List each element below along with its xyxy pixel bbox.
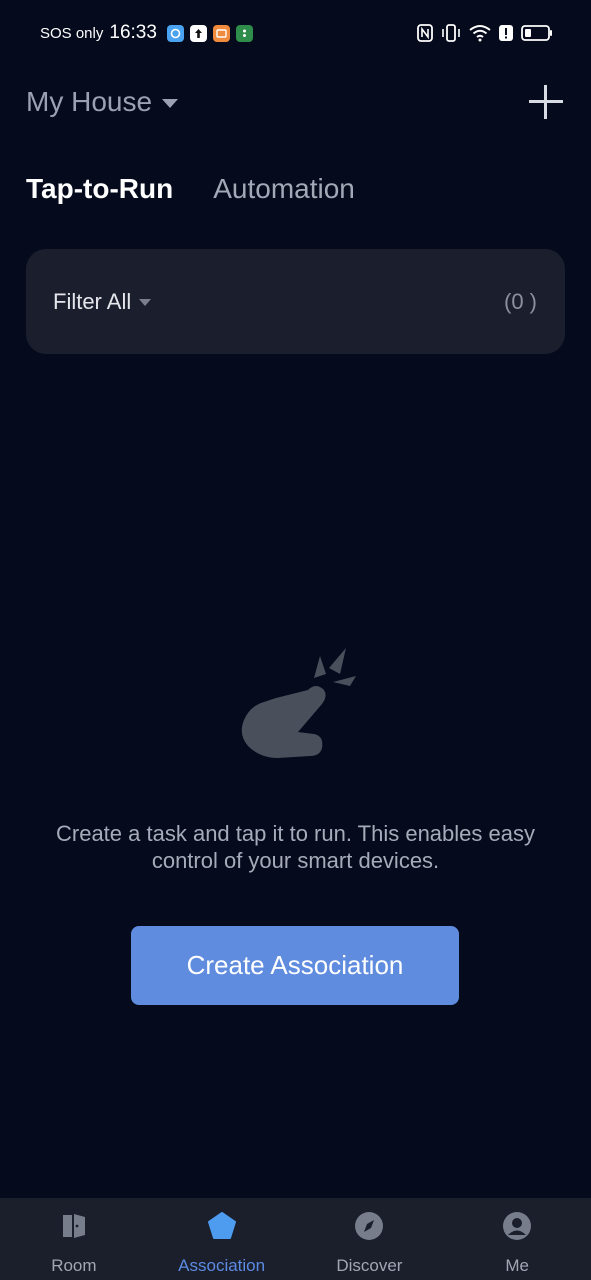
home-name: My House bbox=[26, 86, 153, 117]
add-button[interactable] bbox=[526, 82, 566, 122]
filter-card: Filter All (0 ) bbox=[26, 249, 565, 354]
pentagon-icon bbox=[206, 1210, 238, 1242]
nav-item-room[interactable]: Room bbox=[0, 1198, 148, 1280]
nav-item-association[interactable]: Association bbox=[148, 1198, 296, 1280]
door-icon bbox=[58, 1210, 90, 1242]
carrier-status: SOS only bbox=[40, 24, 104, 42]
wifi-icon bbox=[469, 24, 491, 42]
filter-count: (0 ) bbox=[504, 288, 537, 314]
nav-label-association: Association bbox=[178, 1256, 266, 1275]
nav-item-discover[interactable]: Discover bbox=[296, 1198, 444, 1280]
nav-label-me: Me bbox=[505, 1256, 529, 1275]
scene-tabs: Tap-to-Run Automation bbox=[26, 166, 355, 212]
upload-notification-icon bbox=[189, 24, 207, 42]
nfc-icon bbox=[417, 24, 433, 42]
status-bar: SOS only 16:33 bbox=[0, 0, 591, 66]
chevron-down-icon bbox=[139, 299, 152, 306]
tap-hand-icon bbox=[236, 640, 366, 765]
bottom-nav: Room Association Discover Me bbox=[0, 1198, 591, 1280]
battery-icon bbox=[521, 24, 553, 42]
nav-label-room: Room bbox=[51, 1256, 97, 1275]
status-time: 16:33 bbox=[109, 22, 157, 43]
vibrate-icon bbox=[441, 24, 461, 42]
compass-icon bbox=[353, 1210, 385, 1242]
app-notification-icon bbox=[166, 24, 184, 42]
status-right bbox=[417, 24, 553, 42]
home-selector[interactable]: My House bbox=[26, 86, 179, 118]
alert-icon bbox=[499, 24, 513, 42]
tab-automation[interactable]: Automation bbox=[213, 173, 355, 205]
nav-label-discover: Discover bbox=[336, 1256, 403, 1275]
traffic-notification-icon bbox=[235, 24, 253, 42]
empty-state-message: Create a task and tap it to run. This en… bbox=[56, 821, 535, 873]
tab-tap-to-run[interactable]: Tap-to-Run bbox=[26, 173, 173, 205]
header: My House bbox=[26, 78, 566, 126]
create-association-button[interactable]: Create Association bbox=[131, 926, 459, 1005]
filter-label: Filter All bbox=[53, 288, 132, 314]
shopping-notification-icon bbox=[212, 24, 230, 42]
chevron-down-icon bbox=[162, 99, 179, 108]
nav-item-me[interactable]: Me bbox=[443, 1198, 591, 1280]
filter-dropdown[interactable]: Filter All bbox=[53, 288, 152, 315]
profile-icon bbox=[501, 1210, 533, 1242]
status-left: SOS only 16:33 bbox=[40, 22, 253, 44]
